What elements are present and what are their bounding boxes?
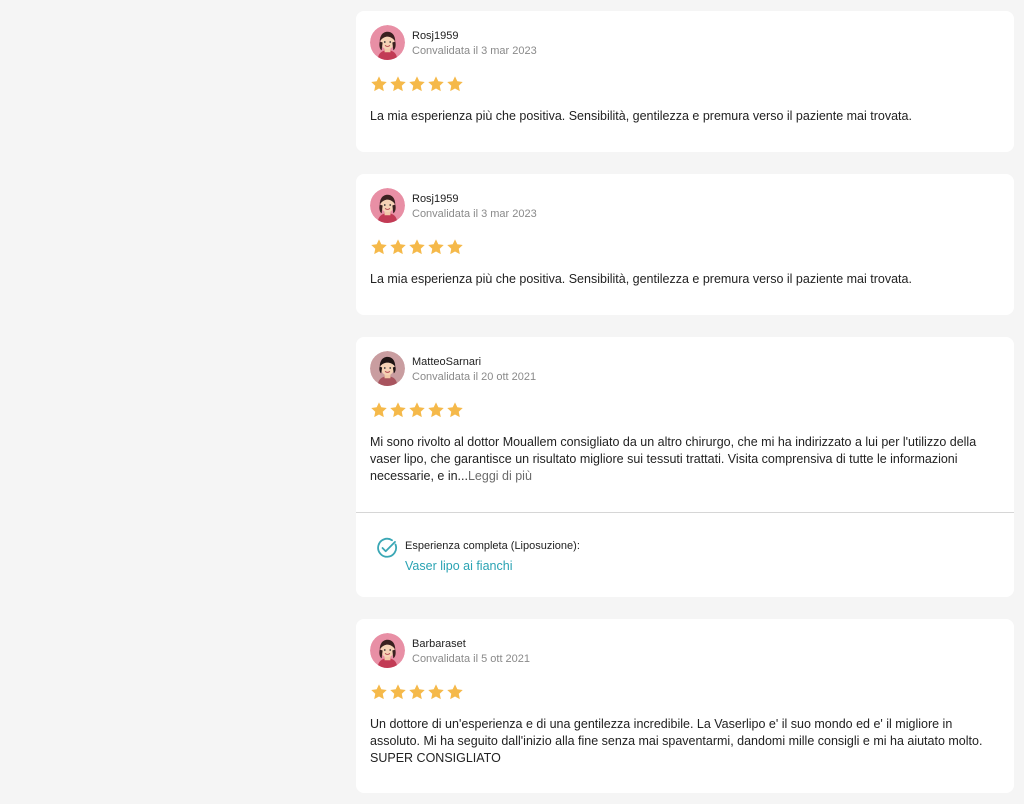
star-icon bbox=[370, 401, 388, 419]
star-icon bbox=[446, 238, 464, 256]
rating-stars bbox=[370, 683, 464, 701]
review-card: Barbaraset Convalidata il 5 ott 2021 Un … bbox=[356, 619, 1014, 793]
rating-stars bbox=[370, 238, 464, 256]
review-card: Rosj1959 Convalidata il 3 mar 2023 La mi… bbox=[356, 174, 1014, 315]
review-date: Convalidata il 20 ott 2021 bbox=[412, 371, 537, 383]
review-date: Convalidata il 3 mar 2023 bbox=[412, 45, 537, 57]
star-icon bbox=[427, 238, 445, 256]
review-text: Mi sono rivolto al dottor Mouallem consi… bbox=[370, 434, 990, 485]
review-text: La mia esperienza più che positiva. Sens… bbox=[370, 109, 912, 123]
star-icon bbox=[370, 683, 388, 701]
female-avatar-icon bbox=[370, 188, 405, 223]
star-icon bbox=[389, 75, 407, 93]
star-icon bbox=[408, 75, 426, 93]
review-text: La mia esperienza più che positiva. Sens… bbox=[370, 272, 912, 286]
star-icon bbox=[408, 238, 426, 256]
star-icon bbox=[446, 683, 464, 701]
star-icon bbox=[446, 401, 464, 419]
review-author[interactable]: Rosj1959 bbox=[412, 193, 458, 205]
female-avatar-icon bbox=[370, 633, 405, 668]
review-author[interactable]: Barbaraset bbox=[412, 638, 466, 650]
star-icon bbox=[427, 401, 445, 419]
star-icon bbox=[370, 75, 388, 93]
star-icon bbox=[389, 401, 407, 419]
rating-stars bbox=[370, 75, 464, 93]
star-icon bbox=[446, 75, 464, 93]
review-card: MatteoSarnari Convalidata il 20 ott 2021… bbox=[356, 337, 1014, 597]
review-date: Convalidata il 5 ott 2021 bbox=[412, 653, 531, 665]
star-icon bbox=[408, 401, 426, 419]
review-text: Un dottore di un'esperienza e di una gen… bbox=[370, 717, 983, 765]
reviews-page: Rosj1959 Convalidata il 3 mar 2023 La mi… bbox=[0, 0, 1024, 804]
divider bbox=[356, 512, 1014, 513]
read-more-link[interactable]: Leggi di più bbox=[468, 469, 532, 483]
star-icon bbox=[370, 238, 388, 256]
star-icon bbox=[427, 683, 445, 701]
rating-stars bbox=[370, 401, 464, 419]
review-text-body: Mi sono rivolto al dottor Mouallem consi… bbox=[370, 435, 977, 483]
review-date: Convalidata il 3 mar 2023 bbox=[412, 208, 537, 220]
review-author[interactable]: MatteoSarnari bbox=[412, 356, 481, 368]
experience-label: Esperienza completa (Liposuzione): bbox=[405, 540, 580, 552]
experience-link[interactable]: Vaser lipo ai fianchi bbox=[405, 559, 512, 573]
star-icon bbox=[427, 75, 445, 93]
female-avatar-icon bbox=[370, 25, 405, 60]
star-icon bbox=[389, 238, 407, 256]
review-author[interactable]: Rosj1959 bbox=[412, 30, 458, 42]
star-icon bbox=[408, 683, 426, 701]
check-circle-icon bbox=[377, 537, 397, 558]
star-icon bbox=[389, 683, 407, 701]
female-avatar-icon bbox=[370, 351, 405, 386]
review-card: Rosj1959 Convalidata il 3 mar 2023 La mi… bbox=[356, 11, 1014, 152]
